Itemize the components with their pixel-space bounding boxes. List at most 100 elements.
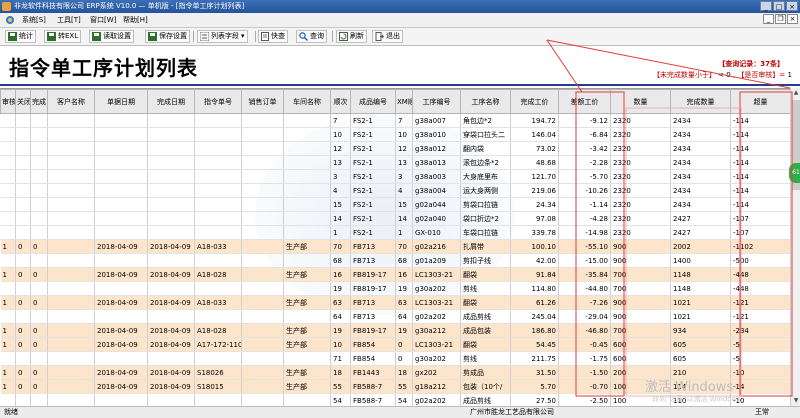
table-cell[interactable] xyxy=(194,113,242,128)
table-cell[interactable]: 186.80 xyxy=(510,323,559,338)
table-cell[interactable]: 剪扣子线 xyxy=(460,253,511,268)
table-cell[interactable]: 4 xyxy=(330,183,351,198)
table-cell[interactable] xyxy=(30,309,48,324)
table-cell[interactable]: 2434 xyxy=(670,169,731,184)
table-cell[interactable]: 运大身两侧 xyxy=(460,183,511,198)
table-cell[interactable]: 91.84 xyxy=(510,267,559,282)
table-cell[interactable] xyxy=(47,155,95,170)
table-cell[interactable] xyxy=(283,351,331,366)
table-cell[interactable] xyxy=(147,253,195,268)
table-cell[interactable]: LC1303-21 xyxy=(412,295,461,310)
table-cell[interactable]: 73.02 xyxy=(510,141,559,156)
table-cell[interactable] xyxy=(147,393,195,407)
table-cell[interactable]: 339.78 xyxy=(510,225,559,240)
table-cell[interactable]: 0 xyxy=(15,239,31,254)
table-cell[interactable]: A18-033 xyxy=(194,295,242,310)
table-cell[interactable]: 10 xyxy=(330,127,351,142)
table-cell[interactable]: FB854 xyxy=(350,351,396,366)
table-cell[interactable]: 2320 xyxy=(610,169,671,184)
table-cell[interactable]: -10.26 xyxy=(558,183,611,198)
table-cell[interactable]: 2320 xyxy=(610,211,671,226)
table-cell[interactable]: 2018-04-09 xyxy=(147,239,195,254)
table-cell[interactable]: -0.45 xyxy=(558,337,611,352)
table-cell[interactable]: -4.28 xyxy=(558,211,611,226)
table-cell[interactable]: 2018-04-09 xyxy=(94,267,148,282)
table-cell[interactable]: FS2-1 xyxy=(350,197,396,212)
table-cell[interactable]: 0 xyxy=(30,239,48,254)
table-row[interactable]: 3 FS2-1 3 g38a003 大身底里布 121.70 -5.70 2320 2434 -1… xyxy=(0,169,790,184)
menu-window[interactable]: 窗口[W] xyxy=(90,13,116,27)
table-cell[interactable] xyxy=(15,225,31,240)
column-header[interactable]: 完成 xyxy=(30,89,48,114)
table-cell[interactable] xyxy=(241,309,284,324)
table-cell[interactable] xyxy=(283,127,331,142)
table-cell[interactable] xyxy=(194,351,242,366)
table-cell[interactable] xyxy=(241,197,284,212)
table-cell[interactable]: 55 xyxy=(330,379,351,394)
table-cell[interactable] xyxy=(194,309,242,324)
table-cell[interactable] xyxy=(241,323,284,338)
table-cell[interactable]: FB1443 xyxy=(350,365,396,380)
table-cell[interactable] xyxy=(241,155,284,170)
table-row[interactable]: 1 FS2-1 1 GX-010 车袋口拉链 339.78 -14.98 2320 2427 -1… xyxy=(0,225,790,240)
table-cell[interactable]: 2018-04-09 xyxy=(147,379,195,394)
table-cell[interactable]: 2018-04-09 xyxy=(94,365,148,380)
table-cell[interactable] xyxy=(283,309,331,324)
table-cell[interactable] xyxy=(47,267,95,282)
table-cell[interactable]: 2434 xyxy=(670,197,731,212)
table-cell[interactable] xyxy=(15,169,31,184)
table-cell[interactable]: 剪袋口拉链 xyxy=(460,197,511,212)
column-header[interactable]: XM顺次 xyxy=(395,89,413,114)
table-cell[interactable] xyxy=(94,351,148,366)
table-cell[interactable]: 1 xyxy=(0,239,16,254)
table-row[interactable]: 64 FB713 64 g02a202 成品剪线 245.04 -29.04 900 1021-… xyxy=(0,309,790,324)
table-cell[interactable] xyxy=(47,253,95,268)
table-cell[interactable]: 63 xyxy=(395,295,413,310)
table-cell[interactable] xyxy=(194,393,242,407)
table-cell[interactable] xyxy=(241,295,284,310)
table-cell[interactable]: 16 xyxy=(330,267,351,282)
column-header[interactable]: 成品编号 xyxy=(350,89,396,114)
table-cell[interactable]: 10 xyxy=(330,337,351,352)
column-header[interactable]: 完成工价 xyxy=(510,89,559,114)
table-cell[interactable]: 1021 xyxy=(670,309,731,324)
table-cell[interactable] xyxy=(241,351,284,366)
table-cell[interactable]: 0 xyxy=(30,267,48,282)
table-cell[interactable] xyxy=(283,253,331,268)
table-cell[interactable]: 4 xyxy=(395,183,413,198)
table-cell[interactable]: FS2-1 xyxy=(350,211,396,226)
table-cell[interactable] xyxy=(0,309,16,324)
table-cell[interactable]: 1 xyxy=(0,295,16,310)
table-cell[interactable]: 2434 xyxy=(670,183,731,198)
table-cell[interactable] xyxy=(47,365,95,380)
table-cell[interactable]: 15 xyxy=(395,197,413,212)
table-cell[interactable]: FB819-17 xyxy=(350,267,396,282)
table-cell[interactable]: 2018-04-09 xyxy=(147,365,195,380)
table-cell[interactable] xyxy=(147,309,195,324)
table-cell[interactable] xyxy=(47,127,95,142)
table-cell[interactable]: g30a202 xyxy=(412,281,461,296)
table-cell[interactable]: 剪成品 xyxy=(460,365,511,380)
table-cell[interactable]: 0 xyxy=(395,351,413,366)
table-cell[interactable]: 2434 xyxy=(670,155,731,170)
table-cell[interactable]: FS2-1 xyxy=(350,183,396,198)
table-cell[interactable]: 68 xyxy=(330,253,351,268)
table-cell[interactable] xyxy=(30,253,48,268)
save-settings-button[interactable]: 保存设置 xyxy=(145,30,190,43)
minimize-button[interactable]: _ xyxy=(760,1,772,11)
table-cell[interactable] xyxy=(241,127,284,142)
table-cell[interactable] xyxy=(0,281,16,296)
table-cell[interactable] xyxy=(94,253,148,268)
table-row[interactable]: 68 FB713 68 g01a209 剪扣子线 42.00 -15.00 900 1400 -5… xyxy=(0,253,790,268)
table-cell[interactable]: 97.08 xyxy=(510,211,559,226)
table-cell[interactable]: 2018-04-09 xyxy=(147,337,195,352)
table-cell[interactable] xyxy=(15,211,31,226)
table-cell[interactable]: 2018-04-09 xyxy=(147,267,195,282)
table-cell[interactable] xyxy=(194,281,242,296)
table-cell[interactable]: 0 xyxy=(15,365,31,380)
table-cell[interactable]: 54 xyxy=(395,393,413,407)
table-row[interactable]: 1 0 0 2018-04-09 2018-04-09 A18-028 生产部 16 FB819… xyxy=(0,267,790,282)
column-header[interactable]: 销售订单 xyxy=(241,89,284,114)
table-cell[interactable] xyxy=(94,113,148,128)
table-cell[interactable] xyxy=(94,211,148,226)
